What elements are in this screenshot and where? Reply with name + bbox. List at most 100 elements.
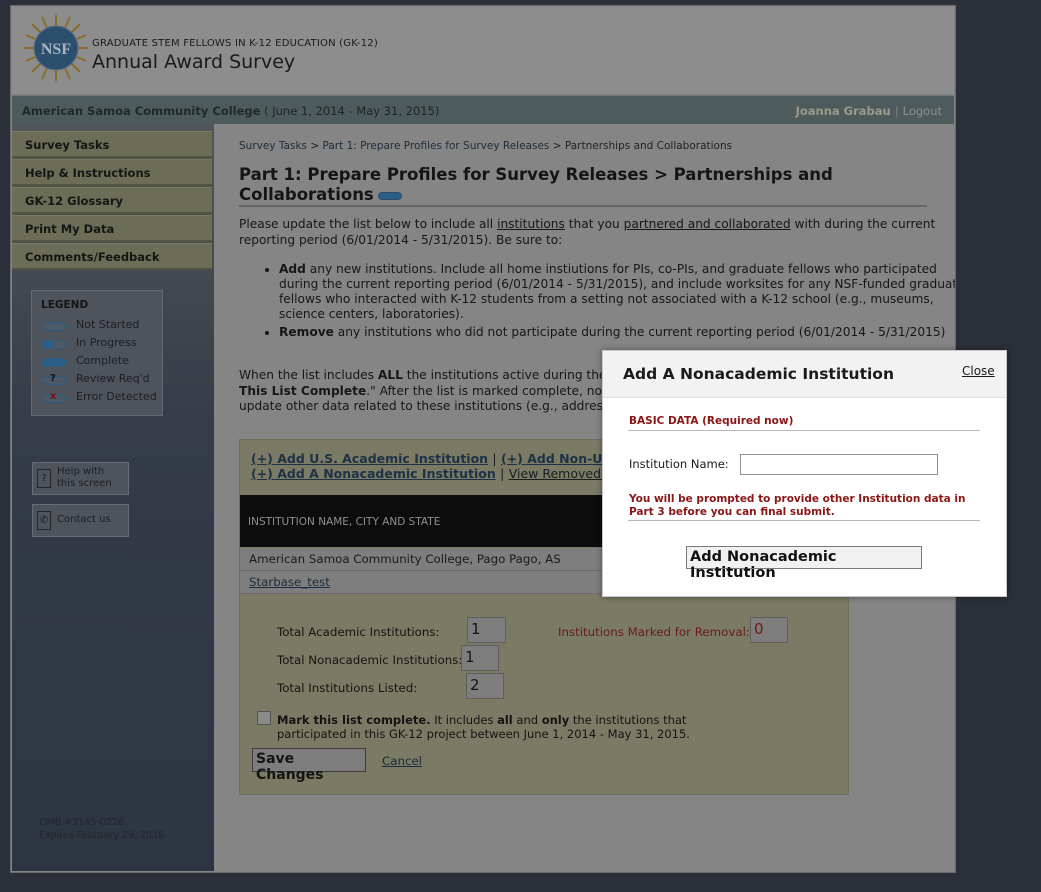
mark-bold: only [541, 713, 570, 727]
sidebar-item-label: Survey Tasks [25, 138, 110, 152]
sidebar: Survey Tasks Help & Instructions GK-12 G… [12, 124, 214, 871]
intro-part: that you [564, 217, 624, 231]
survey-title: Annual Award Survey [92, 51, 296, 73]
status-legend: LEGEND Not Started In Progress Complete … [31, 290, 163, 416]
total-academic-value: 1 [467, 617, 506, 643]
add-us-academic-link[interactable]: (+) Add U.S. Academic Institution [251, 451, 488, 466]
mark-complete-label: Mark this list complete. It includes all… [277, 713, 757, 741]
close-link[interactable]: Close [962, 364, 995, 378]
total-listed-label: Total Institutions Listed: [277, 681, 418, 695]
not-started-icon [41, 322, 67, 331]
legend-label: Review Req'd [76, 372, 150, 385]
reporting-period: ( June 1, 2014 - May 31, 2015) [260, 104, 440, 118]
phone-icon: ✆ [37, 511, 51, 530]
section-heading: BASIC DATA (Required now) [629, 415, 794, 427]
separator: | [500, 466, 505, 481]
help-icon: ? [37, 469, 51, 488]
dialog-title: Add A Nonacademic Institution [623, 365, 894, 383]
sidebar-item-label: Print My Data [25, 222, 115, 236]
total-listed-value: 2 [466, 673, 504, 699]
nsf-logo: NSF [24, 15, 88, 81]
site-header: NSF GRADUATE STEM FELLOWS IN K-12 EDUCAT… [12, 7, 954, 94]
column-header-institution: INSTITUTION NAME, CITY AND STATE [248, 516, 441, 528]
total-listed-number: 2 [470, 676, 480, 694]
total-nonacademic-value: 1 [461, 645, 499, 671]
bullet-keyword: Remove [279, 325, 334, 339]
add-nonacademic-dialog: Add A Nonacademic Institution Close BASI… [602, 350, 1007, 597]
breadcrumb-survey-tasks[interactable]: Survey Tasks [239, 140, 307, 152]
page-title: Part 1: Prepare Profiles for Survey Rele… [239, 165, 939, 205]
program-name: GRADUATE STEM FELLOWS IN K-12 EDUCATION … [92, 38, 378, 49]
when-part: ." After the list is marked complete, no… [366, 383, 611, 398]
user-area: Joanna Grabau | Logout [796, 104, 942, 118]
institutions-link[interactable]: institutions [497, 217, 565, 231]
bullet-text: any new institutions. Include all home i… [279, 262, 956, 321]
user-name: Joanna Grabau [795, 104, 891, 118]
status-bar: American Samoa Community College ( June … [12, 95, 954, 125]
sidebar-item-help[interactable]: Help & Instructions [12, 159, 212, 186]
contact-label: Contact us [57, 514, 111, 525]
legend-label: Error Detected [76, 390, 157, 403]
error-detected-icon: x [41, 391, 67, 403]
total-nonacademic-label: Total Nonacademic Institutions: [277, 653, 463, 667]
list-item: Remove any institutions who did not part… [279, 325, 955, 340]
total-academic-number: 1 [471, 620, 481, 638]
instructions-list: Add any new institutions. Include all ho… [239, 262, 956, 343]
mark-text: and [512, 713, 542, 727]
omb-expiry: Expires February 29, 2016 [39, 830, 165, 841]
sidebar-item-label: Help & Instructions [25, 166, 151, 180]
when-bold: ALL [377, 368, 403, 382]
removal-label: Institutions Marked for Removal: [558, 625, 750, 639]
when-part: When the list includes [239, 368, 378, 382]
view-removed-link[interactable]: View Removed In [509, 466, 617, 481]
in-progress-icon [41, 340, 67, 349]
legend-label: Not Started [76, 318, 140, 331]
add-nonacademic-link[interactable]: (+) Add A Nonacademic Institution [251, 466, 496, 481]
complete-icon [41, 358, 67, 367]
logout-link[interactable]: Logout [903, 104, 942, 118]
save-label: Save Changes [256, 751, 324, 783]
sidebar-item-print[interactable]: Print My Data [12, 215, 212, 242]
prompt-note: You will be prompted to provide other In… [629, 493, 966, 518]
save-changes-button[interactable]: Save Changes [252, 748, 366, 783]
legend-complete: Complete [41, 354, 166, 370]
mark-bold: all [497, 713, 513, 727]
divider [628, 520, 980, 521]
sidebar-item-glossary[interactable]: GK-12 Glossary [12, 187, 212, 214]
legend-not-started: Not Started [41, 318, 166, 334]
bullet-text: any institutions who did not participate… [333, 325, 946, 339]
add-button-label: Add Nonacademic Institution [690, 549, 837, 581]
removal-count-number: 0 [754, 620, 764, 638]
legend-error: x Error Detected [41, 390, 166, 406]
omb-notice: OMB #3145-0226 Expires February 29, 2016 [39, 816, 164, 842]
cancel-link[interactable]: Cancel [382, 754, 422, 768]
institution-name-input[interactable] [740, 454, 938, 475]
dialog-header: Add A Nonacademic Institution Close [603, 351, 1006, 398]
help-button-text: Help with this screen [57, 466, 112, 490]
when-bold: This List Complete [239, 383, 367, 398]
partnered-link[interactable]: partnered and collaborated [624, 217, 791, 231]
page-title-text: Part 1: Prepare Profiles for Survey Rele… [239, 165, 833, 204]
help-line-1: Help with [57, 466, 105, 477]
add-institution-links: (+) Add U.S. Academic Institution | (+) … [251, 451, 621, 481]
sidebar-item-feedback[interactable]: Comments/Feedback [12, 243, 212, 270]
breadcrumb-part1[interactable]: Part 1: Prepare Profiles for Survey Rele… [323, 140, 550, 152]
review-required-icon: ? [41, 373, 67, 385]
mark-complete-checkbox[interactable] [257, 711, 271, 725]
contact-us-button[interactable]: ✆ Contact us [32, 504, 129, 537]
separator: | [894, 104, 899, 118]
add-nonacademic-button[interactable]: Add Nonacademic Institution [686, 546, 922, 581]
legend-title: LEGEND [41, 299, 89, 311]
omb-number: OMB #3145-0226 [39, 817, 124, 828]
institution-name-label: Institution Name: [629, 457, 729, 471]
sidebar-item-label: Comments/Feedback [25, 250, 160, 264]
institution-link[interactable]: Starbase_test [249, 575, 330, 589]
help-screen-button[interactable]: ? Help with this screen [32, 462, 129, 495]
svg-text:NSF: NSF [41, 41, 71, 58]
institution-name: American Samoa Community College ( June … [22, 104, 439, 118]
institution-label: American Samoa Community College [22, 104, 261, 118]
legend-review: ? Review Req'd [41, 372, 166, 388]
sidebar-item-survey-tasks[interactable]: Survey Tasks [12, 131, 212, 158]
help-line-2: this screen [57, 478, 112, 489]
when-part: update other data related to these insti… [239, 399, 618, 413]
